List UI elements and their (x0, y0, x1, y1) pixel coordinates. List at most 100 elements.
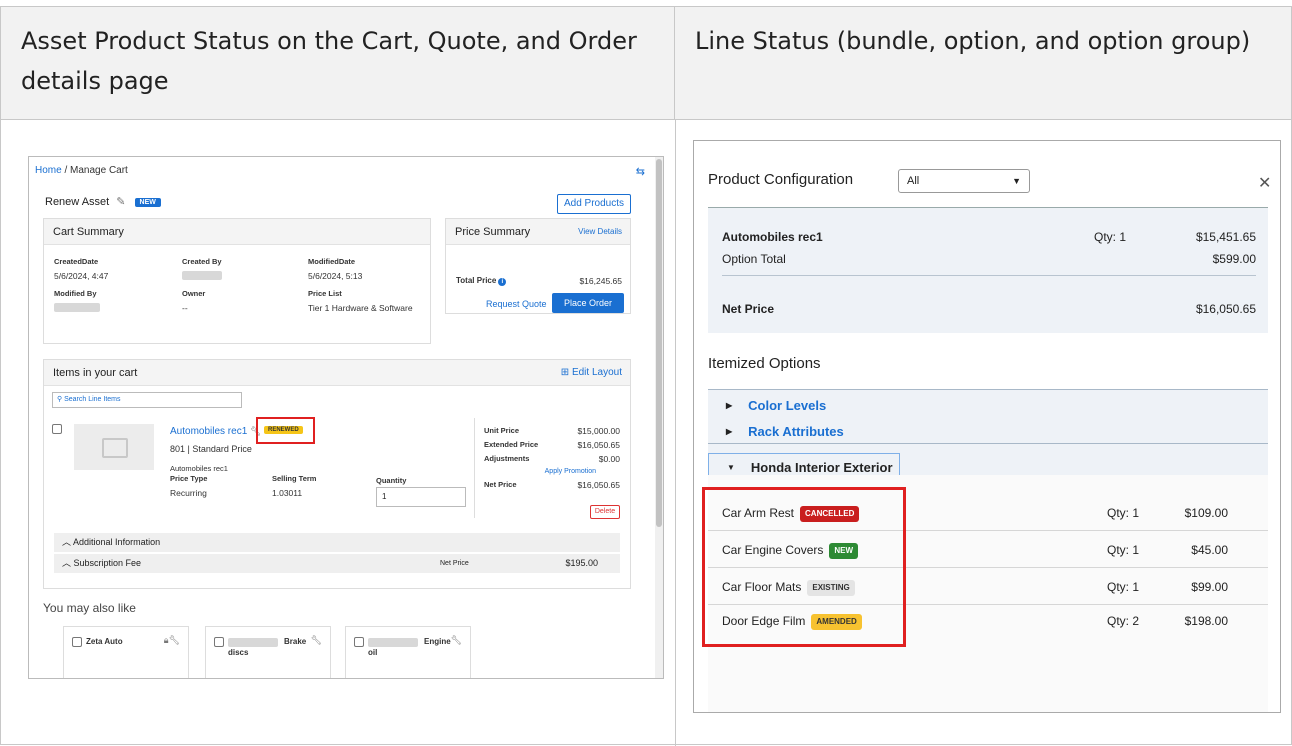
edit-pencil-icon[interactable]: ✎ (116, 196, 125, 208)
left-column-header: Asset Product Status on the Cart, Quote,… (1, 7, 675, 120)
subscription-net-price-label: Net Price (440, 560, 469, 567)
configuration-summary: Automobiles rec1 Qty: 1 $15,451.65 Optio… (708, 207, 1268, 333)
option-qty: Qty: 1 (1107, 580, 1140, 594)
cart-config-icon[interactable]: ⇆ (636, 165, 645, 178)
highlight-box-line-status (702, 487, 906, 647)
unit-price-label: Unit Price (484, 426, 520, 435)
summary-option-total-row: Option Total $599.00 (722, 252, 1256, 276)
subscription-net-price-value: $195.00 (565, 558, 598, 568)
net-price-label: Net Price (484, 480, 517, 489)
column-divider (675, 120, 676, 746)
you-may-also-like-title: You may also like (43, 601, 136, 615)
adjustments-value: $0.00 (598, 454, 620, 464)
place-order-button[interactable]: Place Order (552, 293, 624, 313)
product-configuration-title: Product Configuration (708, 171, 854, 188)
search-line-items-input[interactable]: ⚲ Search Line Items (52, 392, 242, 408)
recommendation-checkbox[interactable] (72, 637, 82, 647)
owner-label: Owner (182, 289, 206, 298)
quantity-input[interactable]: 1 (376, 487, 466, 507)
price-summary-card: Price Summary View Details Total Price i … (445, 218, 631, 314)
option-group-label: Rack Attributes (748, 424, 844, 439)
product-name-link[interactable]: Automobiles rec1 🔧︎ (170, 426, 261, 437)
option-price: $99.00 (1191, 580, 1228, 594)
view-details-link[interactable]: View Details (578, 219, 622, 245)
items-in-cart-title: Items in your cart (44, 360, 630, 386)
summary-product-price: $15,451.65 (1195, 230, 1256, 244)
unit-price-value: $15,000.00 (577, 426, 620, 436)
total-price-value: $16,245.65 (579, 276, 622, 286)
recommendation-checkbox[interactable] (354, 637, 364, 647)
recommendation-name: Engine (424, 637, 451, 646)
option-total-value: $599.00 (1212, 252, 1256, 266)
page-title-text: Renew Asset (45, 196, 110, 208)
caret-right-icon: ▶ (726, 427, 733, 436)
additional-info-label: Additional Information (73, 537, 161, 547)
scrollbar-thumb[interactable] (656, 159, 662, 527)
summary-net-price-row: Net Price $16,050.65 (722, 302, 1256, 316)
recommendation-card[interactable]: Zeta Auto 🔒︎🔧︎ (63, 626, 189, 678)
option-price: $45.00 (1191, 543, 1228, 557)
close-icon[interactable]: ✕ (1258, 173, 1271, 193)
price-line: 801 | Standard Price (170, 444, 252, 454)
extended-price-value: $16,050.65 (577, 440, 620, 450)
add-products-button[interactable]: Add Products (557, 194, 631, 214)
manage-cart-screenshot: Home / Manage Cart ⇆ Renew Asset ✎ NEW A… (28, 156, 664, 679)
recommendation-subname: discs (228, 648, 249, 657)
wrench-icon: 🔧︎ (450, 635, 462, 645)
additional-information-accordion[interactable]: ︿ Additional Information (54, 533, 620, 552)
price-type-value: Recurring (170, 488, 207, 498)
apply-promotion-link[interactable]: Apply Promotion (545, 468, 596, 475)
line-item-checkbox[interactable] (52, 424, 62, 434)
recommendation-card[interactable]: Engine oil 🔧︎ (345, 626, 471, 678)
recommendation-card[interactable]: Brake discs 🔧︎ (205, 626, 331, 678)
wrench-icon: 🔧︎ (310, 635, 322, 645)
caret-down-icon: ▼ (727, 463, 735, 472)
price-list-label: Price List (308, 289, 342, 298)
created-date-label: CreatedDate (54, 257, 99, 266)
recommendation-checkbox[interactable] (214, 637, 224, 647)
option-group-label: Color Levels (748, 398, 827, 413)
quantity-label: Quantity (376, 476, 407, 485)
breadcrumb-separator: / (61, 165, 71, 176)
subscription-fee-label: Subscription Fee (73, 558, 142, 568)
product-name-text: Automobiles rec1 (170, 426, 248, 437)
vertical-scrollbar[interactable] (655, 157, 663, 678)
option-group-color-levels[interactable]: ▶ Color Levels (708, 389, 1268, 421)
delete-button[interactable]: Delete (590, 505, 620, 519)
option-total-label: Option Total (722, 252, 786, 266)
modified-by-label: Modified By (54, 289, 97, 298)
right-column-header: Line Status (bundle, option, and option … (675, 7, 1291, 120)
chevron-up-icon: ︿ (62, 537, 72, 547)
grid-icon: ⊞ (560, 367, 570, 378)
net-price-label: Net Price (722, 302, 775, 316)
edit-layout-label: Edit Layout (571, 367, 622, 378)
chevron-up-icon: ︿ (62, 558, 72, 568)
edit-layout-button[interactable]: ⊞ Edit Layout (561, 360, 622, 386)
price-list-value: Tier 1 Hardware & Software (308, 303, 413, 313)
recommendation-name: Zeta Auto (86, 637, 123, 646)
recommendation-subname: oil (368, 648, 378, 657)
search-placeholder: Search Line Items (64, 396, 121, 403)
search-icon: ⚲ (57, 396, 63, 403)
product-image-placeholder (74, 424, 154, 470)
created-by-redacted (182, 271, 222, 280)
subscription-fee-accordion[interactable]: ︿ Subscription Fee Net Price $195.00 (54, 554, 620, 573)
summary-product-name: Automobiles rec1 (722, 230, 823, 244)
request-quote-button[interactable]: Request Quote (486, 299, 547, 309)
recommendation-name-redacted (228, 638, 278, 647)
selling-term-label: Selling Term (272, 474, 317, 483)
total-price-label: Total Price i (456, 276, 507, 286)
adjustments-label: Adjustments (484, 454, 530, 463)
selling-term-value: 1.03011 (272, 488, 303, 498)
owner-value: -- (182, 303, 188, 313)
product-configuration-screenshot: Product Configuration All ▼ ✕ Automobiles… (693, 140, 1281, 713)
recommendation-name: Brake (284, 637, 307, 646)
info-icon[interactable]: i (498, 278, 507, 286)
option-group-rack-attributes[interactable]: ▶ Rack Attributes (708, 421, 1268, 443)
option-qty: Qty: 1 (1107, 506, 1140, 520)
breadcrumb-home[interactable]: Home (35, 165, 62, 176)
price-type-label: Price Type (170, 474, 208, 483)
option-price: $109.00 (1184, 506, 1228, 520)
modified-date-value: 5/6/2024, 5:13 (308, 271, 363, 281)
filter-select[interactable]: All ▼ (898, 169, 1030, 193)
